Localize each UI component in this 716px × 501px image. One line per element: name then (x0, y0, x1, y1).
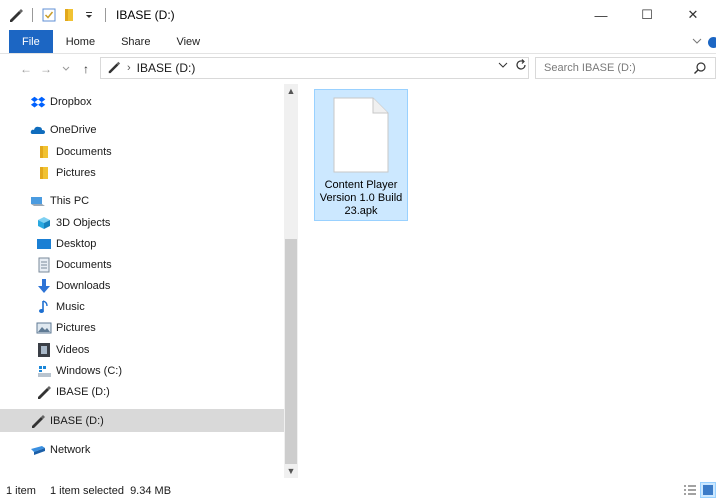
checkbox-icon[interactable] (41, 7, 57, 23)
back-arrow-icon[interactable]: ← (16, 57, 36, 81)
sidebar-item-label: 3D Objects (56, 216, 111, 229)
sidebar-item-onedrive-documents[interactable]: Documents (0, 141, 284, 162)
address-row: ← → ↑ › IBASE (D:) Search IBASE (D:) (0, 55, 716, 83)
film-icon (36, 342, 52, 358)
sidebar-item-documents[interactable]: Documents (0, 254, 284, 275)
folder-icon (36, 144, 52, 160)
file-list: Content Player Version 1.0 Build 23.apk (298, 84, 716, 478)
divider (32, 8, 33, 22)
sidebar-item-label: Videos (56, 343, 90, 356)
pictures-icon (36, 320, 52, 336)
document-icon (36, 257, 52, 273)
sidebar-item-label: Pictures (56, 321, 96, 334)
sidebar-item-label: Desktop (56, 237, 97, 250)
minimize-button[interactable]: — (578, 0, 624, 30)
recent-locations-icon[interactable] (56, 57, 76, 81)
help-icon[interactable] (708, 36, 716, 48)
view-switcher (682, 482, 716, 498)
sidebar-item-label: Network (50, 443, 91, 456)
divider (105, 8, 106, 22)
expand-ribbon-icon[interactable] (692, 36, 702, 49)
sidebar-item-label: Music (56, 300, 85, 313)
file-name: Content Player Version 1.0 Build 23.apk (319, 179, 403, 217)
tab-file[interactable]: File (9, 30, 53, 53)
drive-pen-icon (36, 384, 52, 400)
breadcrumb[interactable]: IBASE (D:) (137, 61, 196, 75)
search-input[interactable]: Search IBASE (D:) (535, 57, 716, 79)
refresh-icon[interactable] (514, 58, 528, 75)
sidebar-item-label: Windows (C:) (56, 364, 123, 377)
title-bar: IBASE (D:) — ☐ ✕ (0, 0, 716, 30)
sidebar-item-label: IBASE (D:) (56, 385, 110, 398)
sidebar-item-onedrive-pictures[interactable]: Pictures (0, 162, 284, 183)
sidebar-item-dropbox[interactable]: Dropbox (0, 91, 284, 112)
up-arrow-icon[interactable]: ↑ (76, 57, 96, 81)
status-bar: 1 item 1 item selected 9.34 MB (0, 480, 716, 501)
cloud-icon (30, 122, 46, 138)
item-count: 1 item (6, 484, 36, 497)
sidebar-item-pictures[interactable]: Pictures (0, 317, 284, 338)
sidebar-item-label: Downloads (56, 279, 111, 292)
sidebar-item-videos[interactable]: Videos (0, 339, 284, 360)
network-icon (30, 442, 46, 458)
search-placeholder: Search IBASE (D:) (544, 62, 636, 74)
navigation-scrollbar[interactable]: ▲ ▼ (284, 84, 298, 478)
sidebar-item-windows-c[interactable]: Windows (C:) (0, 360, 284, 381)
drive-pen-icon (107, 60, 121, 77)
desktop-icon (36, 236, 52, 252)
window-controls: — ☐ ✕ (578, 0, 716, 30)
scroll-thumb[interactable] (285, 239, 297, 464)
dropbox-icon (30, 94, 46, 110)
chevron-right-icon[interactable]: › (127, 62, 131, 74)
file-item[interactable]: Content Player Version 1.0 Build 23.apk (314, 89, 408, 221)
tab-share[interactable]: Share (108, 30, 163, 53)
window-title: IBASE (D:) (116, 8, 175, 22)
forward-arrow-icon[interactable]: → (36, 57, 56, 81)
large-icons-view-icon[interactable] (700, 482, 716, 498)
drive-pen-icon (30, 413, 46, 429)
cube-icon (36, 215, 52, 231)
address-actions (498, 58, 528, 75)
sidebar-item-music[interactable]: Music (0, 296, 284, 317)
tab-view[interactable]: View (163, 30, 213, 53)
blank-file-icon (331, 96, 391, 177)
folder-icon (36, 165, 52, 181)
drive-pen-icon (8, 7, 24, 23)
music-note-icon (36, 299, 52, 315)
sidebar-item-label: Dropbox (50, 95, 92, 108)
ribbon-tabs: File Home Share View (0, 30, 716, 54)
tab-home[interactable]: Home (53, 30, 108, 53)
sidebar-item-desktop[interactable]: Desktop (0, 233, 284, 254)
folder-icon[interactable] (61, 7, 77, 23)
scroll-down-icon[interactable]: ▼ (284, 464, 298, 478)
chevron-down-icon[interactable] (498, 60, 508, 73)
sidebar-item-label: Pictures (56, 166, 96, 179)
details-view-icon[interactable] (682, 482, 698, 498)
sidebar-item-label: This PC (50, 194, 90, 207)
sidebar-item-3d-objects[interactable]: 3D Objects (0, 212, 284, 233)
maximize-button[interactable]: ☐ (624, 0, 670, 30)
download-icon (36, 278, 52, 294)
selection-info: 1 item selected 9.34 MB (49, 484, 172, 497)
sidebar-item-ibase-d-root[interactable]: IBASE (D:) (0, 409, 284, 432)
sidebar-item-network[interactable]: Network (0, 439, 284, 460)
sidebar-item-ibase-d[interactable]: IBASE (D:) (0, 381, 284, 402)
address-bar[interactable]: › IBASE (D:) (100, 57, 529, 79)
sidebar-item-label: Documents (56, 145, 112, 158)
sidebar-item-label: OneDrive (50, 123, 97, 136)
sidebar-item-this-pc[interactable]: This PC (0, 190, 284, 211)
navigation-pane: Dropbox OneDrive Documents Pictures This… (0, 84, 284, 478)
ribbon-right (692, 30, 716, 54)
close-button[interactable]: ✕ (670, 0, 716, 30)
sidebar-item-label: Documents (56, 258, 112, 271)
computer-icon (30, 193, 46, 209)
sidebar-item-downloads[interactable]: Downloads (0, 275, 284, 296)
dropdown-arrow-icon[interactable] (81, 7, 97, 23)
scroll-up-icon[interactable]: ▲ (284, 84, 298, 98)
windows-drive-icon (36, 363, 52, 379)
sidebar-item-label: IBASE (D:) (50, 414, 104, 427)
sidebar-item-onedrive[interactable]: OneDrive (0, 119, 284, 140)
quick-access-toolbar: IBASE (D:) (0, 7, 175, 23)
search-icon[interactable] (693, 61, 707, 78)
